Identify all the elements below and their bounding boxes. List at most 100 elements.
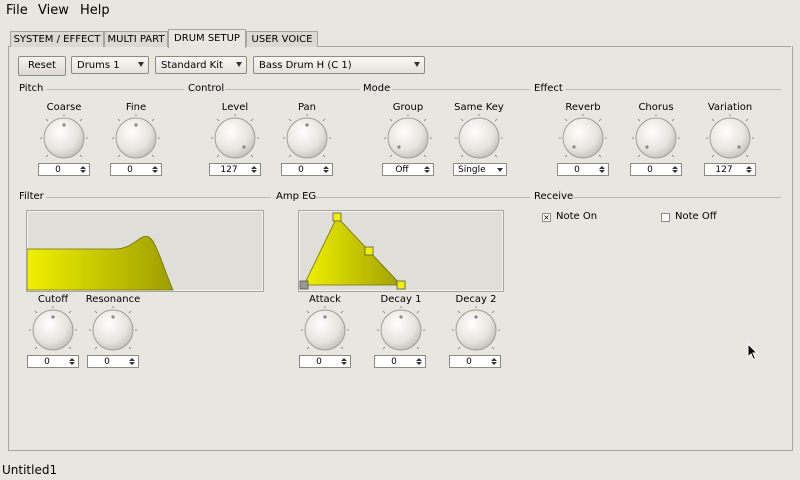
pan-value: 0 [298,165,304,175]
section-divider [316,197,530,198]
chorus-knob[interactable] [632,114,680,162]
spin-up-icon[interactable] [152,166,158,169]
spin-down-icon[interactable] [341,362,347,365]
chorus-spinbox[interactable]: 0 [630,163,682,176]
same-key-knob[interactable] [455,114,503,162]
decay2-spinbox[interactable]: 0 [449,355,501,368]
section-divider [46,197,271,198]
tab-system-effect[interactable]: SYSTEM / EFFECT [10,31,104,47]
menu-file[interactable]: File [6,3,28,18]
spin-up-icon[interactable] [69,358,75,361]
spin-down-icon[interactable] [491,362,497,365]
menu-help[interactable]: Help [80,3,110,18]
section-divider [565,89,781,90]
same-key-value: Single [458,165,486,175]
spin-up-icon[interactable] [341,358,347,361]
spin-down-icon[interactable] [80,170,86,173]
coarse-knob[interactable] [40,114,88,162]
eg-handle-decay2[interactable] [396,280,406,290]
tab-drum-setup[interactable]: DRUM SETUP [168,29,246,48]
chorus-label: Chorus [638,102,674,113]
note-off-checkbox[interactable] [661,213,670,222]
reset-button[interactable]: Reset [18,56,66,76]
group-knob[interactable] [384,114,432,162]
reverb-spinbox[interactable]: 0 [557,163,609,176]
decay2-knob[interactable] [452,306,500,354]
eg-handle-decay1[interactable] [364,246,374,256]
section-receive-title: Receive [534,191,574,202]
spin-down-icon[interactable] [424,170,430,173]
chevron-down-icon [236,62,242,67]
pan-label: Pan [297,102,317,113]
section-effect-title: Effect [534,83,563,94]
spin-up-icon[interactable] [129,358,135,361]
spin-down-icon[interactable] [69,362,75,365]
same-key-label: Same Key [454,102,504,113]
chevron-down-icon [138,62,144,67]
attack-knob[interactable] [301,306,349,354]
section-divider [392,89,530,90]
spin-down-icon[interactable] [251,170,257,173]
amp-eg-graph[interactable] [298,210,504,292]
resonance-knob[interactable] [89,306,137,354]
spin-down-icon[interactable] [323,170,329,173]
spin-down-icon[interactable] [152,170,158,173]
level-value: 127 [220,165,238,175]
decay1-value: 0 [391,357,397,367]
menu-view[interactable]: View [38,3,69,18]
coarse-spinbox[interactable]: 0 [38,163,90,176]
eg-handle-start[interactable] [299,280,309,290]
spin-up-icon[interactable] [416,358,422,361]
spin-up-icon[interactable] [251,166,257,169]
resonance-value: 0 [104,357,110,367]
section-filter-title: Filter [19,191,44,202]
fine-spinbox[interactable]: 0 [110,163,162,176]
drums-select[interactable]: Drums 1 [71,56,149,74]
spin-up-icon[interactable] [599,166,605,169]
variation-spinbox[interactable]: 127 [704,163,756,176]
spin-up-icon[interactable] [80,166,86,169]
filter-curve [27,235,174,291]
spin-down-icon[interactable] [746,170,752,173]
reverb-label: Reverb [565,102,601,113]
section-mode-title: Mode [363,83,391,94]
spin-down-icon[interactable] [599,170,605,173]
cutoff-spinbox[interactable]: 0 [27,355,79,368]
menu-bar: File View Help [0,0,800,22]
level-spinbox[interactable]: 127 [209,163,261,176]
tab-multi-part[interactable]: MULTI PART [104,31,168,47]
pan-spinbox[interactable]: 0 [281,163,333,176]
chevron-down-icon [497,168,503,172]
status-bar-filename: Untitled1 [2,463,58,477]
reverb-value: 0 [574,165,580,175]
fine-knob[interactable] [112,114,160,162]
tab-user-voice[interactable]: USER VOICE [246,31,318,47]
eg-handle-attack[interactable] [332,212,342,222]
spin-up-icon[interactable] [746,166,752,169]
spin-down-icon[interactable] [416,362,422,365]
cutoff-knob[interactable] [29,306,77,354]
reverb-knob[interactable] [559,114,607,162]
note-on-checkbox[interactable]: × [542,213,551,222]
resonance-spinbox[interactable]: 0 [87,355,139,368]
drums-select-value: Drums 1 [77,60,120,71]
amp-envelope-shape [303,216,402,286]
spin-down-icon[interactable] [129,362,135,365]
same-key-select[interactable]: Single [453,163,507,176]
spin-up-icon[interactable] [424,166,430,169]
pan-knob[interactable] [283,114,331,162]
fine-label: Fine [125,102,147,113]
level-knob[interactable] [211,114,259,162]
spin-down-icon[interactable] [672,170,678,173]
attack-spinbox[interactable]: 0 [299,355,351,368]
spin-up-icon[interactable] [672,166,678,169]
variation-knob[interactable] [706,114,754,162]
kit-select[interactable]: Standard Kit [155,56,247,74]
decay1-knob[interactable] [377,306,425,354]
decay1-spinbox[interactable]: 0 [374,355,426,368]
spin-up-icon[interactable] [323,166,329,169]
group-spinbox[interactable]: Off [382,163,434,176]
spin-up-icon[interactable] [491,358,497,361]
instrument-select[interactable]: Bass Drum H (C 1) [253,56,425,74]
filter-curve-graph[interactable] [26,210,264,292]
